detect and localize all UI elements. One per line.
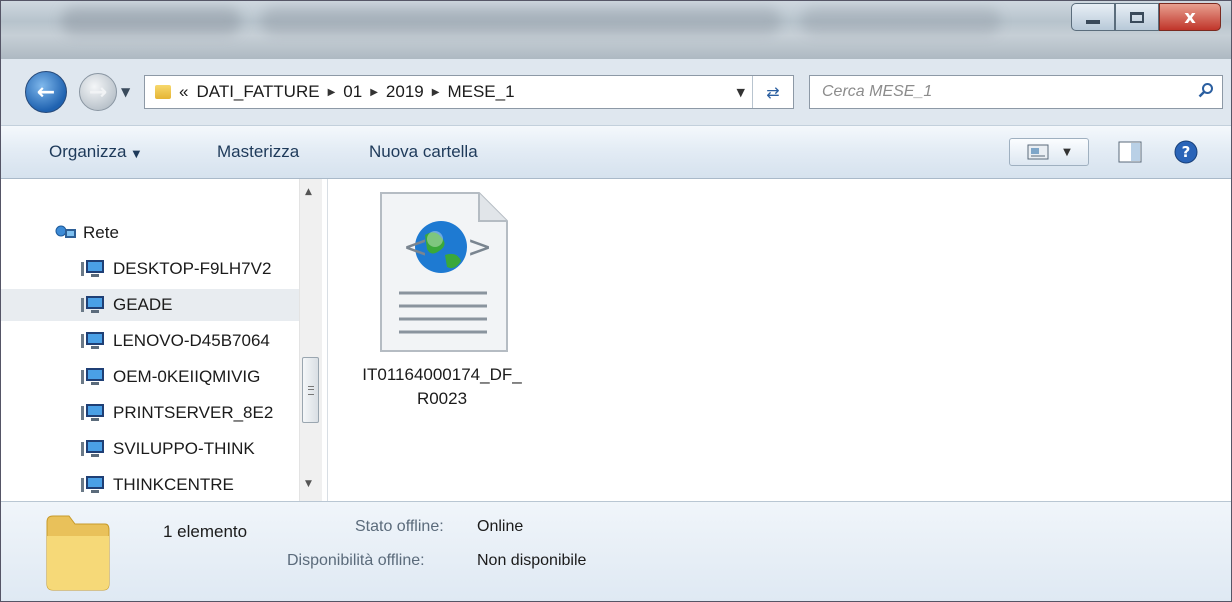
- tree-item-computer[interactable]: GEADE: [1, 289, 299, 321]
- scroll-up-icon[interactable]: ▲: [305, 187, 312, 197]
- organize-button[interactable]: Organizza ▼: [49, 142, 140, 162]
- computer-name: OEM-0KEIIQMIVIG: [113, 367, 261, 386]
- chevron-right-icon[interactable]: ▶: [432, 87, 440, 98]
- chevron-right-icon[interactable]: ▶: [328, 87, 336, 98]
- back-arrow-icon: ←: [36, 79, 56, 105]
- tree-item-network[interactable]: Rete: [1, 217, 299, 249]
- file-item[interactable]: < > IT01164000174_DF_R0023: [357, 191, 522, 451]
- preview-pane-icon: [1118, 141, 1142, 163]
- computer-name: PRINTSERVER_8E2: [113, 403, 274, 422]
- file-name: IT01164000174_DF_R0023: [362, 365, 522, 408]
- forward-arrow-icon: →: [88, 79, 108, 105]
- search-icon[interactable]: [1198, 82, 1214, 98]
- organize-label: Organizza: [49, 142, 127, 161]
- blurred-title-area: [261, 7, 781, 35]
- computer-icon: [81, 260, 104, 277]
- blurred-title-area: [61, 7, 241, 35]
- computer-icon: [81, 296, 104, 313]
- chevron-down-icon: ▼: [132, 149, 141, 160]
- new-folder-label: Nuova cartella: [369, 142, 478, 161]
- nav-pane-scrollbar[interactable]: ▲ ▼: [299, 179, 322, 501]
- address-bar[interactable]: « DATI_FATTURE ▶ 01 ▶ 2019 ▶ MESE_1 ▼ ⇄: [144, 75, 794, 109]
- navigation-pane: Rete DESKTOP-F9LH7V2 GEADE LENOVO-D45B70…: [1, 179, 328, 501]
- computer-name: THINKCENTRE: [113, 475, 234, 494]
- change-view-button[interactable]: ▼: [1009, 138, 1089, 166]
- explorer-window: x ← → ▼ « DATI_FATTURE ▶ 01 ▶ 2019 ▶ MES…: [0, 0, 1232, 602]
- svg-text:>: >: [467, 230, 492, 265]
- tree-item-computer[interactable]: THINKCENTRE: [1, 469, 299, 501]
- forward-button[interactable]: →: [79, 73, 117, 111]
- xml-web-document-icon: < >: [380, 192, 508, 352]
- computer-name: DESKTOP-F9LH7V2: [113, 259, 272, 278]
- address-history-dropdown[interactable]: ▼: [737, 86, 745, 99]
- maximize-icon: [1130, 11, 1144, 23]
- tree-item-computer[interactable]: DESKTOP-F9LH7V2: [1, 253, 299, 285]
- tree-item-computer[interactable]: PRINTSERVER_8E2: [1, 397, 299, 429]
- svg-text:<: <: [403, 230, 428, 265]
- help-icon: ?: [1174, 140, 1198, 164]
- tree-item-computer[interactable]: OEM-0KEIIQMIVIG: [1, 361, 299, 393]
- back-button[interactable]: ←: [25, 71, 67, 113]
- breadcrumb-item-dati-fatture[interactable]: DATI_FATTURE: [196, 82, 319, 102]
- breadcrumb-item-2019[interactable]: 2019: [386, 82, 424, 102]
- offline-availability-value: Non disponibile: [477, 552, 587, 569]
- close-icon: x: [1184, 6, 1196, 28]
- chevron-right-icon[interactable]: ▶: [370, 87, 378, 98]
- computer-icon: [81, 404, 104, 421]
- network-icon: [55, 225, 76, 238]
- burn-label: Masterizza: [217, 142, 300, 161]
- new-folder-button[interactable]: Nuova cartella: [369, 142, 478, 162]
- burn-button[interactable]: Masterizza: [217, 142, 299, 162]
- grip-icon: [308, 386, 314, 395]
- search-box[interactable]: [809, 75, 1223, 109]
- computer-icon: [81, 332, 104, 349]
- svg-text:?: ?: [1182, 143, 1191, 161]
- refresh-button[interactable]: ⇄: [752, 76, 793, 108]
- folder-icon: [46, 515, 110, 591]
- search-input[interactable]: [820, 76, 1184, 108]
- offline-availability-label: Disponibilità offline:: [287, 552, 425, 569]
- computer-name: SVILUPPO-THINK: [113, 439, 255, 458]
- blurred-title-area: [801, 7, 1001, 35]
- breadcrumb-overflow[interactable]: «: [179, 82, 188, 102]
- minimize-button[interactable]: [1071, 3, 1115, 31]
- command-bar: Organizza ▼ Masterizza Nuova cartella ▼: [1, 125, 1231, 179]
- maximize-button[interactable]: [1115, 3, 1159, 31]
- computer-icon: [81, 440, 104, 457]
- view-icon: [1027, 144, 1049, 160]
- help-button[interactable]: ?: [1171, 138, 1201, 166]
- computer-name: LENOVO-D45B7064: [113, 331, 270, 350]
- details-pane: 1 elemento Stato offline: Online Disponi…: [1, 501, 1231, 601]
- breadcrumb: « DATI_FATTURE ▶ 01 ▶ 2019 ▶ MESE_1: [179, 82, 515, 102]
- close-button[interactable]: x: [1159, 3, 1221, 31]
- tree-item-computer[interactable]: LENOVO-D45B7064: [1, 325, 299, 357]
- chevron-down-icon[interactable]: ▼: [1063, 147, 1071, 158]
- breadcrumb-item-01[interactable]: 01: [343, 82, 362, 102]
- tree-item-computer[interactable]: SVILUPPO-THINK: [1, 433, 299, 465]
- folder-icon: [155, 85, 171, 99]
- scroll-down-icon[interactable]: ▼: [305, 479, 312, 489]
- window-controls: x: [1071, 3, 1221, 31]
- recent-pages-dropdown[interactable]: ▼: [121, 85, 130, 99]
- item-count: 1 elemento: [163, 522, 248, 541]
- title-bar[interactable]: x: [1, 1, 1231, 59]
- computer-icon: [81, 368, 104, 385]
- scrollbar-thumb[interactable]: [302, 357, 319, 423]
- computer-icon: [81, 476, 104, 493]
- content-area: Rete DESKTOP-F9LH7V2 GEADE LENOVO-D45B70…: [1, 179, 1231, 501]
- preview-pane-button[interactable]: [1115, 138, 1145, 166]
- navigation-bar: ← → ▼ « DATI_FATTURE ▶ 01 ▶ 2019 ▶ MESE_…: [1, 71, 1231, 117]
- refresh-icon: ⇄: [766, 82, 780, 102]
- offline-status-label: Stato offline:: [355, 518, 444, 535]
- minimize-icon: [1086, 20, 1100, 24]
- offline-status-value: Online: [477, 518, 524, 535]
- breadcrumb-item-mese-1[interactable]: MESE_1: [447, 82, 514, 102]
- computer-name: GEADE: [113, 295, 173, 314]
- network-label: Rete: [83, 223, 119, 242]
